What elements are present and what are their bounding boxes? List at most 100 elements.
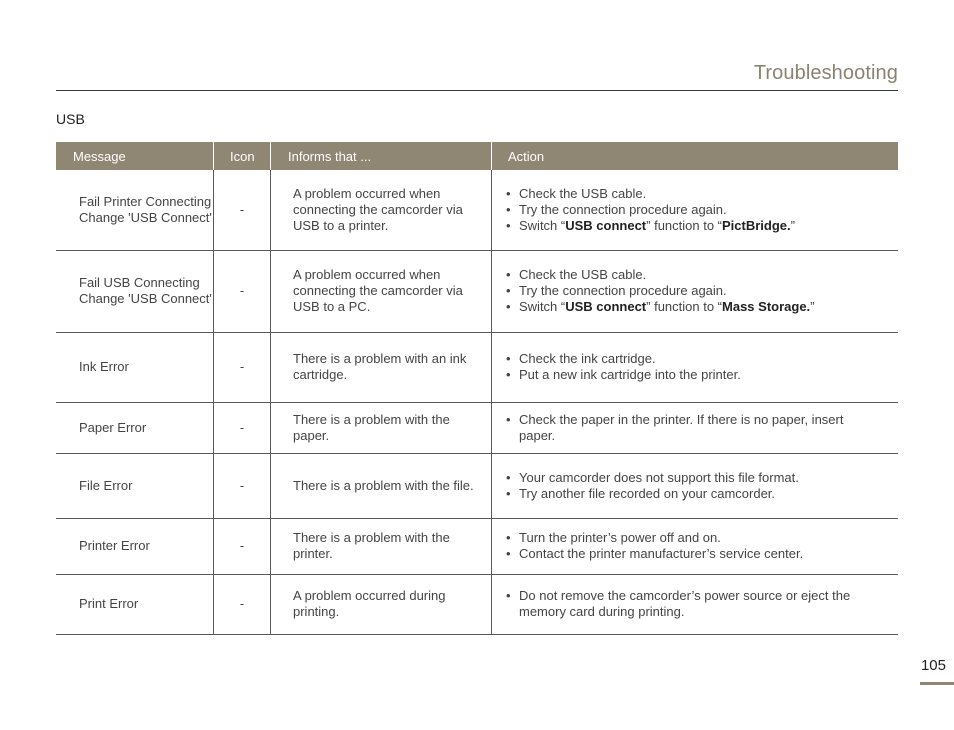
column-header-informs: Informs that ... [270,142,492,170]
cell-message: Fail Printer Connecting Change 'USB Conn… [56,170,214,251]
action-text: ” function to “ [646,299,723,314]
action-text: Your camcorder does not support this fil… [519,469,799,485]
cell-icon: - [213,453,271,519]
action-text: Turn the printer’s power off and on. [519,530,721,545]
action-list: • Do not remove the camcorder’s power sou… [506,588,878,620]
section-heading: USB [56,111,85,127]
page-number-underline [920,682,954,685]
cell-action: • Check the paper in the printer. If ther… [491,402,898,454]
bullet-icon: • [506,411,511,427]
page-number: 105 [920,657,946,674]
action-list: • Check the USB cable. • Try the connection… [506,186,878,234]
table-header-row: Message Icon Informs that ... Action [56,142,898,170]
action-keyword: Mass Storage. [722,299,811,314]
action-keyword: USB connect [565,217,647,233]
cell-icon: - [213,250,271,333]
cell-action: • Check the USB cable. • Try the connection… [491,250,898,333]
action-text: ” [790,217,795,233]
action-item: • Put a new ink cartridge into the printe… [506,367,878,383]
action-text: Check the paper in the printer. If there… [519,411,844,443]
cell-informs: There is a problem with the paper. [270,402,492,454]
cell-message: Print Error [56,574,214,635]
action-item: • Contact the printer manufacturer’s serv… [506,546,878,562]
cell-icon: - [213,170,271,251]
action-text: Try another file recorded on your camcor… [519,485,776,501]
action-item: • Turn the printer’s power off and on. [506,530,878,546]
action-text: Check the USB cable. [519,267,647,282]
action-list: • Check the USB cable. • Try the connection… [506,267,878,315]
cell-informs: There is a problem with the file. [270,453,492,519]
action-text: Try the connection procedure again. [519,283,727,298]
action-item: • Your camcorder does not support this fi… [506,470,878,486]
action-item: • Try the connection procedure again. [506,202,878,218]
action-list: • Check the ink cartridge. • Put a new ink … [506,351,878,383]
action-item: • Switch “USB connect” function to “PictB… [506,218,878,234]
bullet-icon: • [506,588,511,603]
cell-action: • Check the USB cable. • Try the connection… [491,170,898,251]
cell-icon: - [213,518,271,575]
bullet-icon: • [506,469,511,485]
bullet-icon: • [506,283,511,298]
action-keyword: PictBridge. [722,217,791,233]
action-item: • Check the ink cartridge. [506,351,878,367]
table-row: Print Error - A problem occurred during pr… [56,574,898,635]
page-title: Troubleshooting [753,62,898,84]
bullet-icon: • [506,546,511,561]
action-text: Try the connection procedure again. [519,201,727,217]
table-body: Fail Printer Connecting Change 'USB Conn… [56,170,898,635]
action-item: • Try the connection procedure again. [506,283,878,299]
table-row: File Error - There is a problem with the f… [56,453,898,519]
cell-icon: - [213,574,271,635]
action-item: • Do not remove the camcorder’s power sou… [506,588,878,620]
action-text: Put a new ink cartridge into the printer… [519,367,741,382]
action-list: • Turn the printer’s power off and on. • Co… [506,530,878,562]
cell-message: Printer Error [56,518,214,575]
column-header-icon: Icon [213,142,271,170]
table-row: Paper Error - There is a problem with the … [56,402,898,454]
cell-message: Fail USB Connecting Change 'USB Connect' [56,250,214,333]
action-text: Switch “ [519,217,566,233]
cell-informs: A problem occurred when connecting the c… [270,250,492,333]
bullet-icon: • [506,201,511,217]
action-text: Do not remove the camcorder’s power sour… [519,588,851,619]
cell-icon: - [213,402,271,454]
action-text: Check the USB cable. [519,185,647,201]
action-text: ” [810,299,815,314]
bullet-icon: • [506,351,511,366]
cell-message: Ink Error [56,332,214,403]
cell-message: File Error [56,453,214,519]
cell-action: • Your camcorder does not support this fi… [491,453,898,519]
cell-icon: - [213,332,271,403]
action-text: Contact the printer manufacturer’s servi… [519,546,804,561]
action-item: • Check the USB cable. [506,267,878,283]
action-item: • Try another file recorded on your camco… [506,486,878,502]
action-list: • Check the paper in the printer. If ther… [506,412,878,444]
cell-informs: There is a problem with the printer. [270,518,492,575]
usb-troubleshooting-table: Message Icon Informs that ... Action Fai… [56,142,898,635]
table-row: Fail Printer Connecting Change 'USB Conn… [56,170,898,251]
table-row: Ink Error - There is a problem with an ink… [56,332,898,403]
bullet-icon: • [506,485,511,501]
cell-action: • Do not remove the camcorder’s power sou… [491,574,898,635]
action-keyword: USB connect [565,299,647,314]
bullet-icon: • [506,267,511,282]
column-header-message: Message [56,142,214,170]
action-item: • Switch “USB connect” function to “Mass … [506,299,878,315]
cell-message: Paper Error [56,402,214,454]
column-header-action: Action [491,142,898,170]
cell-action: • Check the ink cartridge. • Put a new ink … [491,332,898,403]
table-row: Printer Error - There is a problem with th… [56,518,898,575]
action-text: Check the ink cartridge. [519,351,656,366]
action-text: Switch “ [519,299,566,314]
title-divider [56,90,898,91]
bullet-icon: • [506,367,511,382]
bullet-icon: • [506,530,511,545]
table-row: Fail USB Connecting Change 'USB Connect'… [56,250,898,333]
action-text: ” function to “ [646,217,723,233]
bullet-icon: • [506,299,511,314]
cell-informs: There is a problem with an ink cartridge… [270,332,492,403]
cell-action: • Turn the printer’s power off and on. • Co… [491,518,898,575]
action-item: • Check the USB cable. [506,186,878,202]
bullet-icon: • [506,185,511,201]
action-list: • Your camcorder does not support this fi… [506,470,878,502]
